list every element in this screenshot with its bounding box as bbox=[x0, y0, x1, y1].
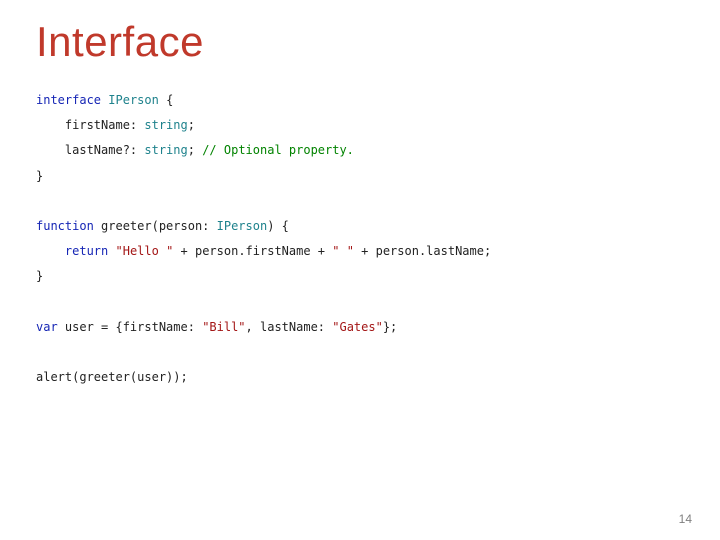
type-string: string bbox=[144, 118, 187, 132]
type-string: string bbox=[144, 143, 187, 157]
slide-title: Interface bbox=[36, 18, 684, 66]
comment-optional: // Optional property. bbox=[195, 143, 354, 157]
type-iperson: IPerson bbox=[108, 93, 159, 107]
keyword-var: var bbox=[36, 320, 58, 334]
code-block: interface IPerson { firstName: string; l… bbox=[36, 88, 684, 390]
string-hello: "Hello " bbox=[116, 244, 174, 258]
alert-call: alert(greeter(user)); bbox=[36, 370, 188, 384]
slide: Interface interface IPerson { firstName:… bbox=[0, 0, 720, 540]
keyword-interface: interface bbox=[36, 93, 101, 107]
keyword-return: return bbox=[65, 244, 108, 258]
type-iperson: IPerson bbox=[217, 219, 268, 233]
string-bill: "Bill" bbox=[202, 320, 245, 334]
page-number: 14 bbox=[679, 512, 692, 526]
string-space: " " bbox=[332, 244, 354, 258]
string-gates: "Gates" bbox=[332, 320, 383, 334]
keyword-function: function bbox=[36, 219, 94, 233]
